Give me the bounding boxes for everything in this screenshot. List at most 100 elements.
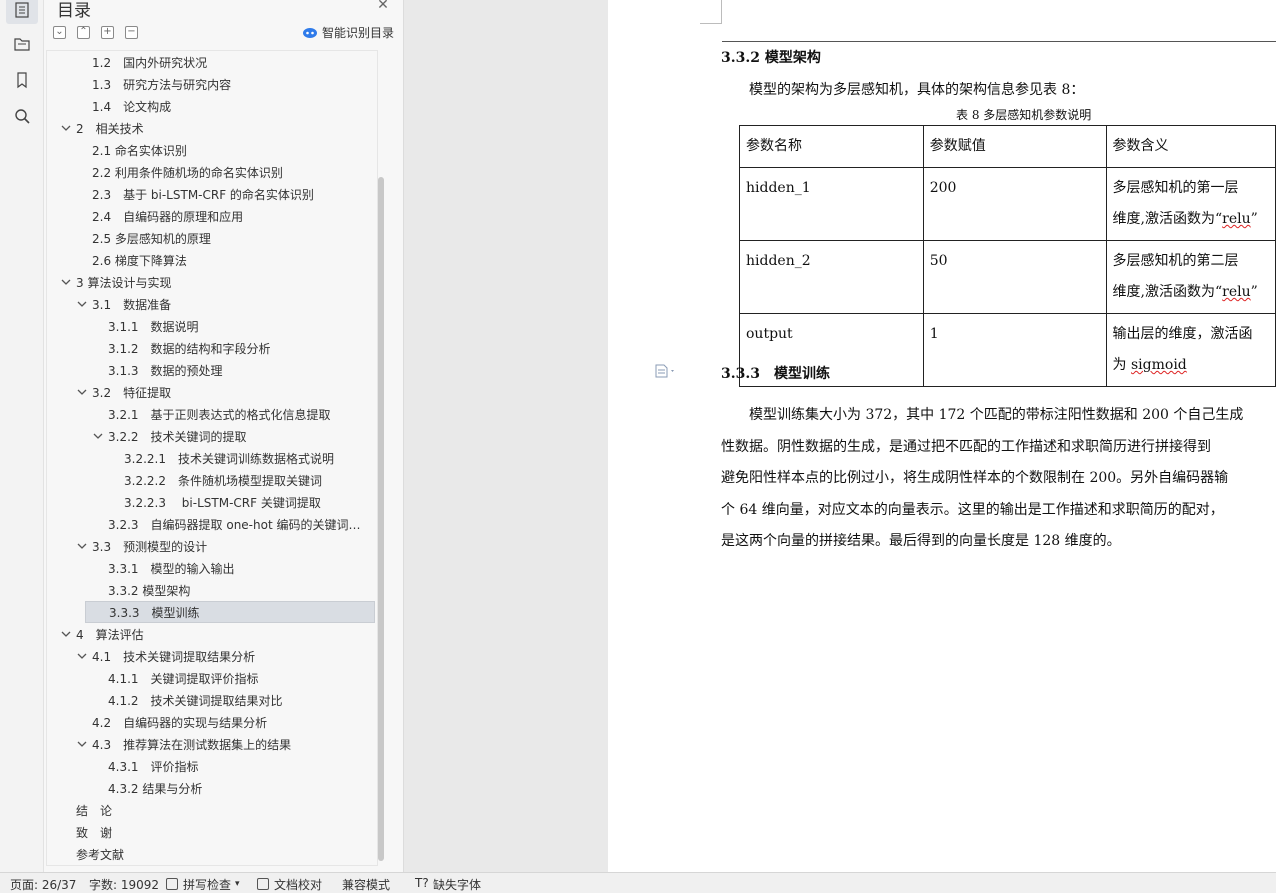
toc-item[interactable]: 2.5 多层感知机的原理 — [47, 227, 377, 249]
bookmark-icon[interactable] — [6, 66, 38, 94]
toc-item[interactable]: 结 论 — [47, 799, 377, 821]
table-cell: 50 — [922, 240, 1107, 314]
proofread-button[interactable]: 文档校对 — [274, 876, 322, 893]
table-cell: hidden_1 — [739, 167, 924, 241]
toc-item-label: 3.2.2.1 技术关键词训练数据格式说明 — [124, 451, 334, 466]
chevron-down-icon[interactable] — [76, 298, 88, 310]
toc-item[interactable]: 3.2.3 自编码器提取 one-hot 编码的关键词特征 — [47, 513, 377, 535]
table-row: hidden_2 50 多层感知机的第二层 维度,激活函数为“relu” — [739, 240, 1276, 314]
spellcheck-dropdown-icon[interactable]: ▾ — [235, 879, 240, 889]
body-line: 模型训练集大小为 372，其中 172 个匹配的带标注阳性数据和 200 个自己… — [721, 407, 1244, 423]
toc-item-label: 3.1 数据准备 — [92, 297, 172, 312]
chevron-down-icon[interactable] — [76, 738, 88, 750]
toc-item[interactable]: 参考文献 — [47, 843, 377, 865]
spellcheck-button[interactable]: 拼写检查 — [183, 876, 231, 893]
toc-item[interactable]: 3.2.2.3 bi-LSTM-CRF 关键词提取 — [47, 491, 377, 513]
toc-item[interactable]: 4 算法评估 — [47, 623, 377, 645]
chevron-down-icon[interactable] — [76, 650, 88, 662]
document-icon — [655, 364, 674, 378]
collapse-all-button[interactable]: ⌄ — [53, 26, 66, 39]
toc-item[interactable]: 2.6 梯度下降算法 — [47, 249, 377, 271]
toc-item[interactable]: 2.4 自编码器的原理和应用 — [47, 205, 377, 227]
toc-item[interactable]: 3 算法设计与实现 — [47, 271, 377, 293]
toc-panel: 目录 ✕ ⌄ ⌃ + − 智能识别目录 1.2 国内外研究状况 1.3 研究方法与… — [44, 0, 404, 872]
toc-item[interactable]: 2.2 利用条件随机场的命名实体识别 — [47, 161, 377, 183]
toc-item[interactable]: 3.1.1 数据说明 — [47, 315, 377, 337]
close-icon[interactable]: ✕ — [376, 0, 390, 12]
body-line: 避免阳性样本点的比例过小，将生成阴性样本的个数限制在 200。另外自编码器输 — [721, 470, 1229, 486]
heading-3-3-3: 3.3.3 模型训练 — [721, 366, 830, 382]
toc-item-label: 2.6 梯度下降算法 — [92, 253, 187, 268]
chevron-down-icon[interactable] — [60, 122, 72, 134]
toc-scrollbar[interactable] — [378, 177, 384, 861]
toc-item[interactable]: 4.1.2 技术关键词提取结果对比 — [47, 689, 377, 711]
body-paragraph: 模型训练集大小为 372，其中 172 个匹配的带标注阳性数据和 200 个自己… — [721, 400, 1276, 558]
folder-tree-icon[interactable] — [6, 30, 38, 58]
toc-item-label: 4.3.2 结果与分析 — [108, 781, 203, 796]
proofread-icon[interactable] — [257, 878, 269, 890]
toc-item-label: 4.3 推荐算法在测试数据集上的结果 — [92, 737, 292, 752]
status-bar: 页面: 26/37 字数: 19092 拼写检查 ▾ 文档校对 兼容模式 T? … — [0, 872, 1276, 893]
toc-item[interactable]: 3.3.2 模型架构 — [47, 579, 377, 601]
chevron-down-icon[interactable] — [60, 276, 72, 288]
toc-item-label: 3.2 特征提取 — [92, 385, 172, 400]
toc-item[interactable]: 4.3 推荐算法在测试数据集上的结果 — [47, 733, 377, 755]
toc-item[interactable]: 3.2 特征提取 — [47, 381, 377, 403]
add-level-button[interactable]: + — [101, 26, 114, 39]
remove-level-button[interactable]: − — [125, 26, 138, 39]
missing-font-button[interactable]: 缺失字体 — [433, 876, 481, 893]
chevron-down-icon[interactable] — [92, 430, 104, 442]
toc-item[interactable]: 4.3.1 评价指标 — [47, 755, 377, 777]
body-line: 个 64 维向量，对应文本的向量表示。这里的输出是工作描述和求职简历的配对， — [721, 501, 1224, 518]
toc-item[interactable]: 3.2.2.1 技术关键词训练数据格式说明 — [47, 447, 377, 469]
toc-item[interactable]: 3.1.2 数据的结构和字段分析 — [47, 337, 377, 359]
toc-item[interactable]: 3.2.2 技术关键词的提取 — [47, 425, 377, 447]
smart-toc-button[interactable]: 智能识别目录 — [302, 24, 394, 41]
toc-item-label: 2.3 基于 bi-LSTM-CRF 的命名实体识别 — [92, 187, 314, 202]
toc-item[interactable]: 3.2.2.2 条件随机场模型提取关键词 — [47, 469, 377, 491]
spellcheck-word: relu — [1222, 211, 1251, 227]
table-header-cell: 参数含义 — [1105, 125, 1276, 168]
expand-all-button[interactable]: ⌃ — [77, 26, 90, 39]
toc-item[interactable]: 1.2 国内外研究状况 — [47, 51, 377, 73]
toc-item[interactable]: 3.3.1 模型的输入输出 — [47, 557, 377, 579]
table-cell: 多层感知机的第一层 维度,激活函数为“relu” — [1105, 167, 1276, 241]
toc-item[interactable]: 1.3 研究方法与研究内容 — [47, 73, 377, 95]
page-corner-mark — [700, 0, 722, 24]
toc-item-label: 3.1.3 数据的预处理 — [108, 363, 223, 378]
table-row: hidden_1 200 多层感知机的第一层 维度,激活函数为“relu” — [739, 167, 1276, 241]
spellcheck-word: relu — [1222, 284, 1251, 300]
toc-item[interactable]: 3.2.1 基于正则表达式的格式化信息提取 — [47, 403, 377, 425]
toc-item[interactable]: 3.1.3 数据的预处理 — [47, 359, 377, 381]
toc-item[interactable]: 3.1 数据准备 — [47, 293, 377, 315]
chevron-down-icon[interactable] — [76, 386, 88, 398]
toc-item[interactable]: 4.1.1 关键词提取评价指标 — [47, 667, 377, 689]
paragraph-menu-button[interactable] — [655, 364, 677, 378]
toc-tree: 1.2 国内外研究状况 1.3 研究方法与研究内容 1.4 论文构成 2 相关技术 2.… — [46, 50, 378, 866]
toc-item[interactable]: 2 相关技术 — [47, 117, 377, 139]
toc-item-label: 3.3.1 模型的输入输出 — [108, 561, 235, 576]
search-icon[interactable] — [6, 102, 38, 130]
toc-item[interactable]: 4.2 自编码器的实现与结果分析 — [47, 711, 377, 733]
toc-item[interactable]: 1.4 论文构成 — [47, 95, 377, 117]
toc-icon[interactable] — [6, 0, 38, 24]
toc-item[interactable]: 2.3 基于 bi-LSTM-CRF 的命名实体识别 — [47, 183, 377, 205]
toc-item[interactable]: 3.3 预测模型的设计 — [47, 535, 377, 557]
toc-item-label: 3.3.3 模型训练 — [109, 605, 200, 620]
word-count[interactable]: 字数: 19092 — [89, 876, 159, 893]
page-counter[interactable]: 页面: 26/37 — [10, 876, 76, 893]
chevron-down-icon[interactable] — [60, 628, 72, 640]
toc-item[interactable]: 3.3.3 模型训练 — [85, 601, 375, 623]
toc-item[interactable]: 致 谢 — [47, 821, 377, 843]
toc-item[interactable]: 4.1 技术关键词提取结果分析 — [47, 645, 377, 667]
body-line: 性数据。阴性数据的生成，是通过把不匹配的工作描述和求职简历进行拼接得到 — [721, 438, 1211, 455]
toc-item-label: 1.3 研究方法与研究内容 — [92, 77, 232, 92]
meaning-line: 维度,激活函数为“ — [1112, 211, 1223, 227]
toc-item[interactable]: 4.3.2 结果与分析 — [47, 777, 377, 799]
meaning-line: 为 — [1112, 357, 1131, 373]
meaning-line: ” — [1250, 211, 1258, 227]
toc-item[interactable]: 2.1 命名实体识别 — [47, 139, 377, 161]
spellcheck-checkbox-icon[interactable] — [166, 878, 178, 890]
chevron-down-icon[interactable] — [76, 540, 88, 552]
spellcheck-word: sigmoid — [1131, 357, 1187, 373]
